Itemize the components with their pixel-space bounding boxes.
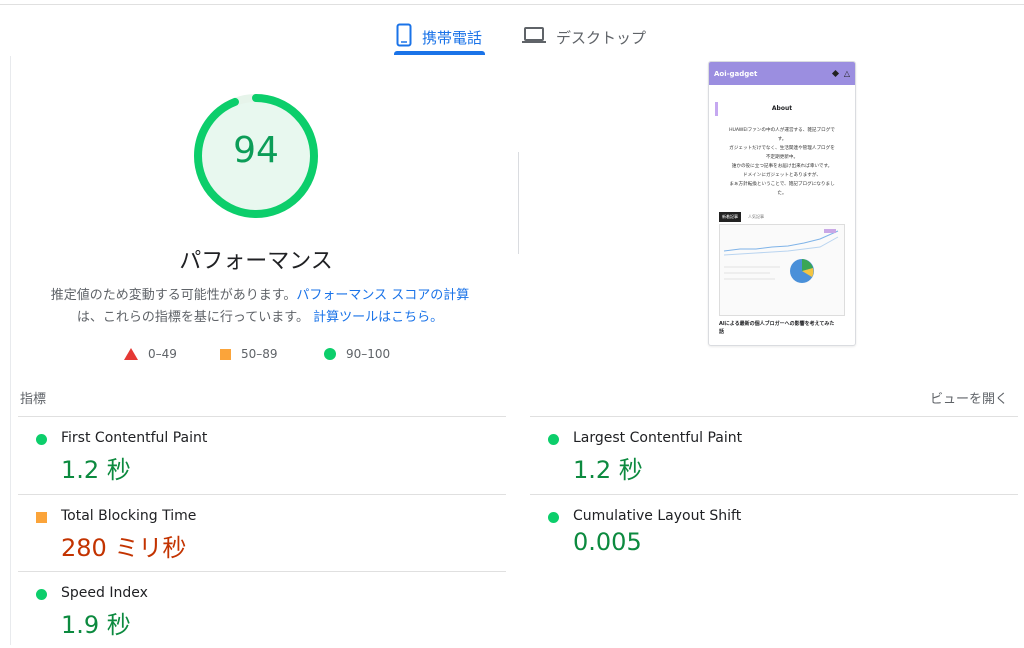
thumb-about-text: HUAWEIファンの中の人が運営する、雑記ブログで す。 ガジェットだけでなく、…	[729, 128, 835, 196]
laptop-icon	[522, 26, 546, 48]
performance-title: パフォーマンス	[179, 249, 333, 274]
thumb-chart-graphic	[723, 229, 839, 283]
metric-value: 1.2 秒	[61, 456, 131, 484]
page-screenshot-thumbnail[interactable]: Aoi-gadget △ About HUAWEIファンの中の人が運営する、雑記…	[708, 61, 856, 346]
good-indicator-icon	[36, 434, 47, 445]
score-value: 94	[233, 130, 279, 171]
thumb-site-title: Aoi-gadget	[714, 69, 758, 78]
metric-lcp: Largest Contentful Paint 1.2 秒	[530, 416, 1018, 493]
phone-icon	[396, 23, 412, 51]
good-indicator-icon	[548, 512, 559, 523]
triangle-icon	[124, 348, 138, 360]
thumb-accent-bar	[715, 102, 718, 116]
metric-name: Cumulative Layout Shift	[573, 508, 742, 524]
thumb-site-header: Aoi-gadget △	[709, 62, 855, 85]
circle-icon	[324, 348, 336, 360]
legend-average: 50–89	[220, 347, 278, 361]
thumb-about-heading: About	[771, 105, 793, 112]
metric-cls: Cumulative Layout Shift 0.005	[530, 494, 1018, 571]
legend-pass: 90–100	[324, 347, 390, 361]
thumb-triangle-icon: △	[843, 69, 850, 78]
desc-text-2: は、これらの指標を基に行っています。	[76, 310, 309, 325]
square-icon	[220, 348, 231, 360]
tab-desktop-label: デスクトップ	[556, 28, 647, 47]
tab-mobile-label: 携帯電話	[422, 28, 483, 47]
device-tabs: 携帯電話 デスクトップ	[0, 18, 1024, 58]
metric-si: Speed Index 1.9 秒	[18, 571, 506, 648]
left-border	[10, 56, 11, 645]
metric-tbt: Total Blocking Time 280 ミリ秒	[18, 494, 506, 571]
thumb-article-tabs: 新着記事 人気記事	[719, 212, 855, 222]
legend-fail: 0–49	[124, 347, 177, 361]
score-calc-link[interactable]: パフォーマンス スコアの計算	[296, 288, 469, 303]
expand-view-toggle[interactable]: ビューを開く	[930, 388, 1008, 407]
vertical-divider	[518, 152, 519, 254]
metric-value: 1.9 秒	[61, 611, 131, 639]
legend-pass-label: 90–100	[346, 347, 391, 361]
thumb-article-title: AIによる最新の個人ブロガーへの影響を考えてみた話	[719, 321, 835, 335]
average-indicator-icon	[36, 512, 47, 523]
metrics-label: 指標	[20, 392, 47, 407]
score-description: 推定値のため変動する可能性があります。パフォーマンス スコアの計算 は、これらの…	[40, 285, 480, 329]
thumb-article-image	[719, 224, 845, 316]
metric-name: First Contentful Paint	[61, 430, 208, 446]
legend-fail-label: 0–49	[148, 347, 177, 361]
metric-name: Total Blocking Time	[61, 508, 197, 524]
active-tab-indicator	[394, 51, 485, 55]
desc-text-1: 推定値のため変動する可能性があります。	[50, 288, 297, 303]
metric-fcp: First Contentful Paint 1.2 秒	[18, 416, 506, 493]
thumb-diamond-icon	[831, 69, 839, 78]
metric-value: 1.2 秒	[573, 456, 643, 484]
metric-name: Speed Index	[61, 585, 148, 601]
good-indicator-icon	[548, 434, 559, 445]
metric-value: 280 ミリ秒	[61, 534, 187, 562]
tab-desktop[interactable]: デスクトップ	[522, 18, 646, 56]
calculator-link[interactable]: 計算ツールはこちら。	[313, 310, 443, 325]
legend-average-label: 50–89	[241, 347, 278, 361]
good-indicator-icon	[36, 589, 47, 600]
metric-name: Largest Contentful Paint	[573, 430, 743, 446]
metric-value: 0.005	[573, 528, 642, 556]
top-border	[0, 4, 1024, 5]
